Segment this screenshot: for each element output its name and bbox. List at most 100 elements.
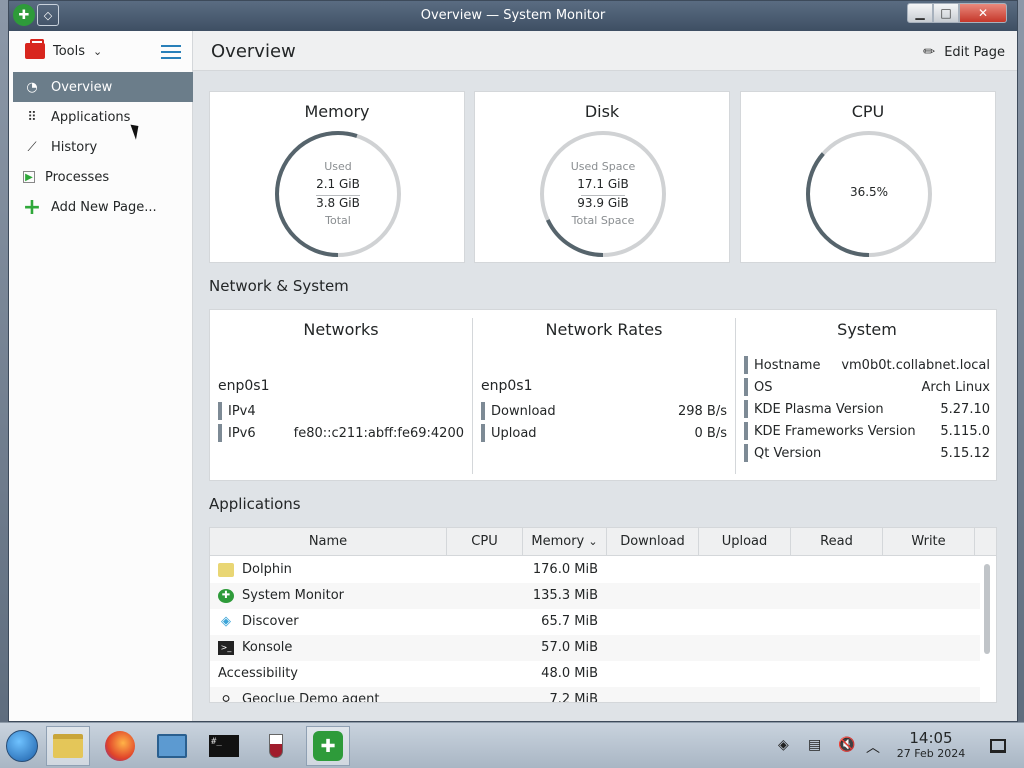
update-notifier-icon[interactable]: ◈ — [778, 737, 789, 753]
taskbar-file-manager[interactable] — [46, 726, 90, 766]
disk-total-label: Total Space — [571, 214, 635, 227]
sort-descending-icon: ⌄ — [588, 535, 598, 548]
sidebar-item-applications[interactable]: ⠿ Applications — [13, 102, 193, 132]
plus-icon: + — [22, 194, 42, 220]
system-row-plasma-version: KDE Plasma Version 5.27.10 — [744, 400, 990, 418]
column-header-cpu[interactable]: CPU — [447, 528, 523, 556]
toolbox-icon — [25, 39, 45, 59]
sidebar-item-history[interactable]: ⟋ History — [13, 132, 193, 162]
app-name: Dolphin — [242, 562, 292, 577]
kv-key: IPv4 — [228, 403, 256, 419]
sidebar-item-overview[interactable]: ◔ Overview — [13, 72, 193, 102]
networks-interface: enp0s1 — [218, 378, 270, 394]
sidebar-item-label: Overview — [51, 79, 113, 95]
start-orb-icon — [6, 730, 38, 762]
taskbar-terminal[interactable]: #_ — [202, 726, 246, 766]
network-rates-title: Network Rates — [545, 320, 663, 339]
system-row-qt-version: Qt Version 5.15.12 — [744, 444, 990, 462]
cpu-title: CPU — [851, 102, 885, 121]
process-icon: ▶ — [23, 171, 35, 183]
table-body: Dolphin 176.0 MiB ✚ System Monitor 135.3 … — [210, 557, 980, 703]
tools-menu[interactable]: Tools ⌄ — [25, 39, 103, 59]
chevron-down-icon: ⌄ — [93, 44, 103, 58]
app-memory: 48.0 MiB — [541, 666, 598, 681]
network-rates-row-upload: Upload 0 B/s — [481, 424, 727, 442]
kv-value: 5.27.10 — [940, 401, 990, 417]
kv-value: 0 B/s — [694, 425, 727, 441]
hamburger-menu-icon[interactable] — [161, 45, 181, 59]
tray-expand-icon[interactable]: ︿ — [866, 737, 880, 757]
sidebar-nav: ◔ Overview ⠿ Applications ⟋ History ▶ Pr… — [13, 72, 193, 222]
network-system-card: Networks enp0s1 IPv4 IPv6 fe80::c211:abf… — [209, 309, 997, 481]
cpu-card: CPU 36.5% — [740, 91, 996, 263]
sidebar-item-label: Add New Page... — [51, 199, 157, 215]
app-memory: 65.7 MiB — [541, 614, 598, 629]
system-monitor-icon: ✚ — [218, 588, 234, 603]
folder-icon — [53, 734, 83, 758]
applications-table: Name CPU Memory ⌄ Download Upload Read W… — [209, 527, 997, 703]
maximize-button[interactable]: □ — [933, 3, 959, 23]
sidebar-item-label: Processes — [45, 169, 110, 185]
sidebar-item-processes[interactable]: ▶ Processes — [13, 162, 193, 192]
column-header-download[interactable]: Download — [607, 528, 699, 556]
column-header-write[interactable]: Write — [883, 528, 975, 556]
kv-value: 5.115.0 — [940, 423, 990, 439]
minimize-button[interactable]: ▁ — [907, 3, 933, 23]
taskbar-firefox[interactable] — [98, 726, 142, 766]
system-row-frameworks-version: KDE Frameworks Version 5.115.0 — [744, 422, 990, 440]
table-row[interactable]: ⚲ Geoclue Demo agent 7.2 MiB — [210, 687, 980, 703]
network-rates-column: Network Rates enp0s1 Download 298 B/s Up… — [473, 310, 735, 482]
sidebar-item-label: Applications — [51, 109, 131, 125]
table-row[interactable]: Accessibility 48.0 MiB — [210, 661, 980, 687]
taskbar-network-settings[interactable] — [150, 726, 194, 766]
taskbar-system-monitor[interactable]: ✚ — [306, 726, 350, 766]
system-monitor-icon: ✚ — [313, 731, 343, 761]
network-rates-interface: enp0s1 — [481, 378, 533, 394]
start-menu-button[interactable] — [0, 726, 44, 766]
volume-muted-icon[interactable]: 🔇 — [838, 737, 855, 753]
memory-total-label: Total — [325, 214, 351, 227]
table-row[interactable]: ◈ Discover 65.7 MiB — [210, 609, 980, 635]
edit-page-button[interactable]: ✎ Edit Page — [921, 42, 1005, 62]
system-column: System Hostname vm0b0t.collabnet.local OS… — [736, 310, 998, 482]
taskbar-wine[interactable] — [254, 726, 298, 766]
table-row[interactable]: ✚ System Monitor 135.3 MiB — [210, 583, 980, 609]
table-row[interactable]: >_ Konsole 57.0 MiB — [210, 635, 980, 661]
kv-value: 5.15.12 — [940, 445, 990, 461]
sidebar-item-label: History — [51, 139, 98, 155]
column-header-memory-label: Memory — [531, 534, 585, 549]
cpu-ring: 36.5% — [805, 130, 933, 258]
column-header-read[interactable]: Read — [791, 528, 883, 556]
close-button[interactable]: ✕ — [959, 3, 1007, 23]
table-row[interactable]: Dolphin 176.0 MiB — [210, 557, 980, 583]
memory-used-label: Used — [324, 160, 352, 173]
kv-key: Hostname — [754, 357, 821, 373]
column-header-upload[interactable]: Upload — [699, 528, 791, 556]
clipboard-icon[interactable]: ▤ — [808, 737, 821, 753]
kv-value: vm0b0t.collabnet.local — [841, 357, 990, 373]
network-system-section-title: Network & System — [209, 277, 349, 295]
system-row-os: OS Arch Linux — [744, 378, 990, 396]
network-rates-row-download: Download 298 B/s — [481, 402, 727, 420]
disk-used-label: Used Space — [570, 160, 636, 173]
clock[interactable]: 14:05 27 Feb 2024 — [884, 729, 978, 760]
table-scrollbar[interactable] — [984, 564, 990, 654]
column-header-name[interactable]: Name — [210, 528, 447, 556]
disk-title: Disk — [584, 102, 620, 121]
app-name: Accessibility — [218, 666, 298, 681]
memory-title: Memory — [304, 102, 370, 121]
firefox-icon — [105, 731, 135, 761]
apps-grid-icon: ⠿ — [27, 109, 37, 125]
app-name: System Monitor — [242, 588, 345, 603]
kv-key: Download — [491, 403, 556, 419]
konsole-icon: >_ — [218, 640, 234, 655]
taskbar: #_ ✚ ◈ ▤ 🔇 ︿ 14:05 27 Feb 2024 — [0, 722, 1024, 768]
networks-title: Networks — [303, 320, 379, 339]
app-memory: 7.2 MiB — [549, 692, 598, 703]
sidebar-item-add-new-page[interactable]: + Add New Page... — [13, 192, 193, 222]
show-desktop-button[interactable] — [990, 739, 1006, 753]
page-title: Overview — [211, 41, 296, 62]
kv-key: OS — [754, 379, 773, 395]
chart-icon: ⟋ — [27, 139, 37, 155]
column-header-memory[interactable]: Memory ⌄ — [523, 528, 607, 556]
